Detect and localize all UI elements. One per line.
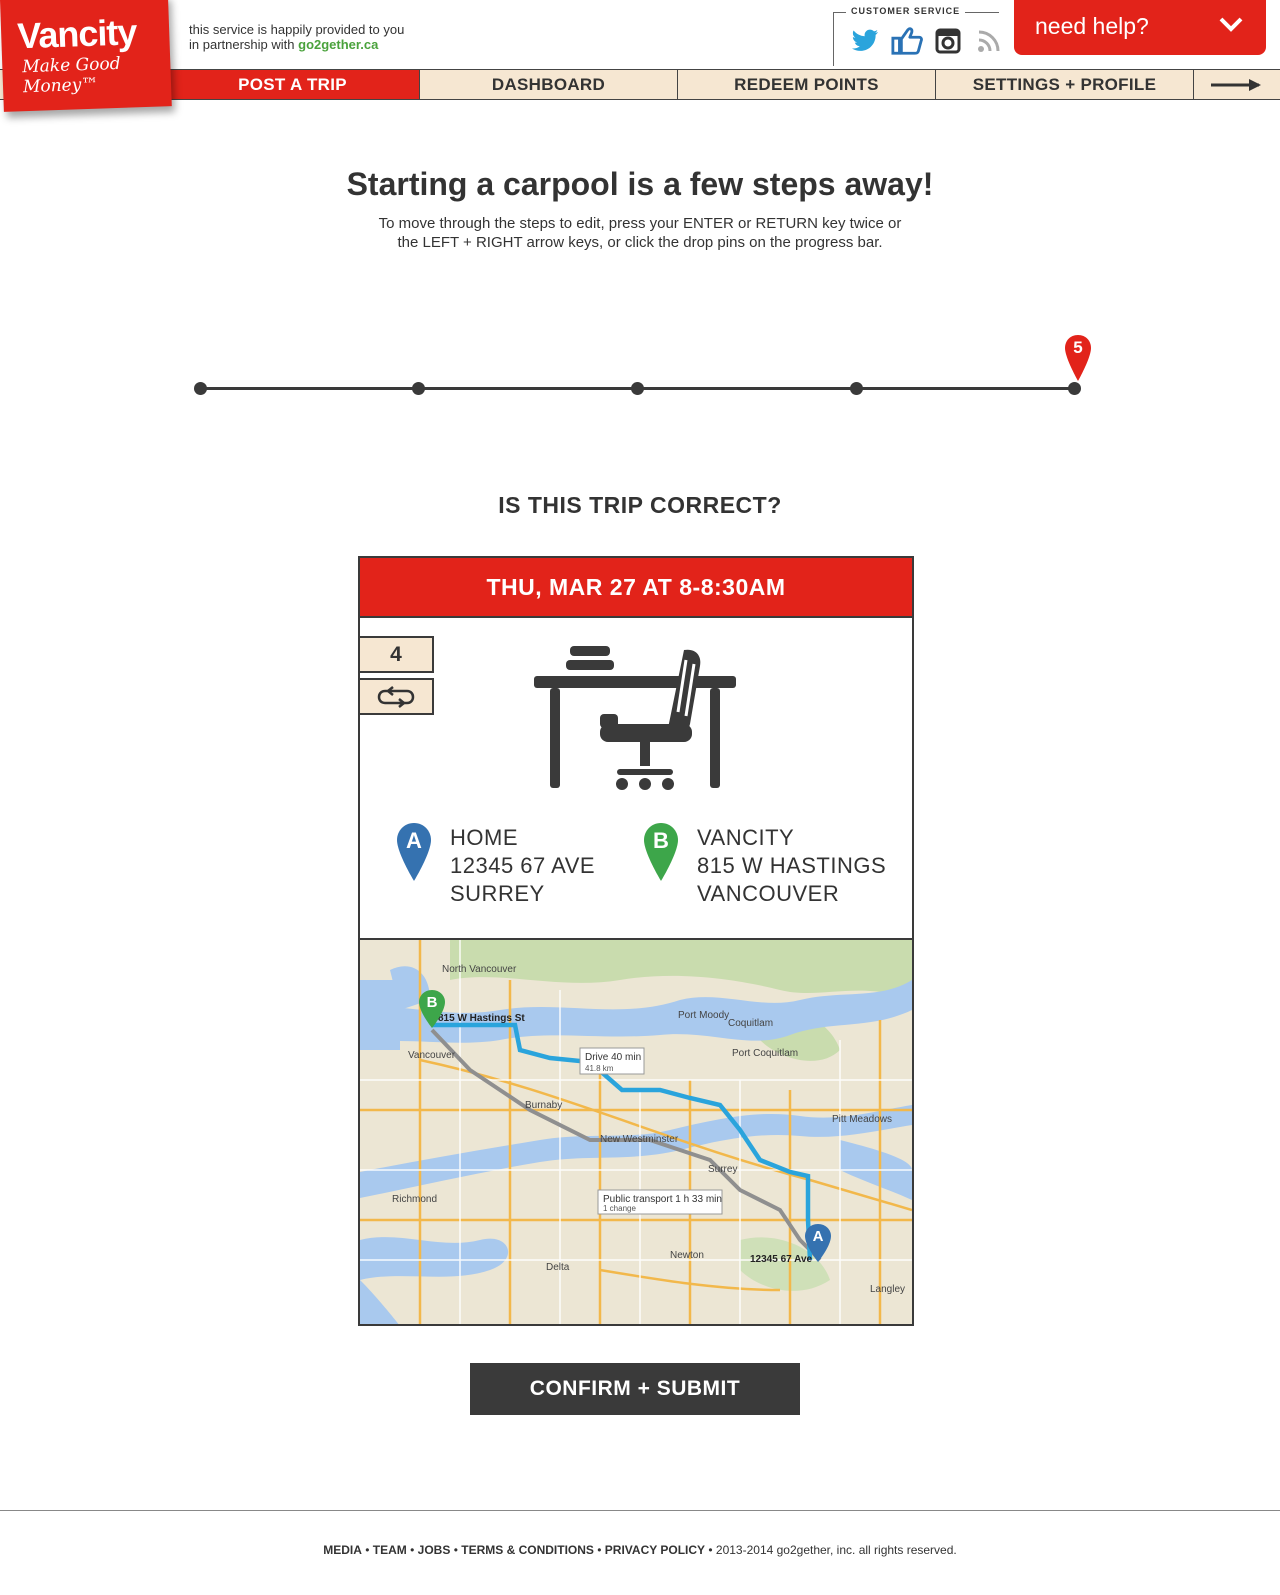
partner-line1: this service is happily provided to you <box>189 22 405 37</box>
instructions-line2: the LEFT + RIGHT arrow keys, or click th… <box>397 234 883 251</box>
twitter-icon[interactable] <box>850 25 882 57</box>
brand-tagline: Make Good Money™ <box>22 53 121 98</box>
origin-pin-letter: A <box>406 828 422 853</box>
map-place-label: Pitt Meadows <box>832 1114 892 1125</box>
origin-name: HOME <box>450 825 518 850</box>
repeat-icon <box>377 685 415 708</box>
footer-link-team[interactable]: TEAM <box>373 1543 407 1557</box>
instructions: To move through the steps to edit, press… <box>0 214 1280 252</box>
progress-step-1[interactable] <box>194 382 207 395</box>
confirm-submit-button[interactable]: CONFIRM + SUBMIT <box>470 1363 800 1415</box>
thumbs-up-icon[interactable] <box>891 25 923 57</box>
map-place-label: Richmond <box>392 1194 437 1205</box>
map-place-label: Newton <box>670 1250 704 1261</box>
map-place-label: Langley <box>870 1284 905 1295</box>
route-map[interactable]: Drive 40 min 41.8 km Public transport 1 … <box>360 938 912 1324</box>
map-place-label: North Vancouver <box>442 964 517 975</box>
footer: MEDIA • TEAM • JOBS • TERMS & CONDITIONS… <box>323 1543 957 1557</box>
progress-bar <box>194 382 1081 395</box>
need-help-button[interactable]: need help? <box>1014 0 1266 55</box>
trip-datetime: THU, MAR 27 AT 8-8:30AM <box>360 558 912 618</box>
current-step-pin[interactable]: 5 <box>1064 334 1092 382</box>
partner-note: this service is happily provided to you … <box>189 22 404 52</box>
progress-step-2[interactable] <box>412 382 425 395</box>
trip-card: THU, MAR 27 AT 8-8:30AM 4 A HOME 12345 6… <box>358 556 914 1326</box>
map-place-label: Port Coquitlam <box>732 1048 798 1059</box>
confirm-question: IS THIS TRIP CORRECT? <box>498 492 782 518</box>
map-transit-changes: 1 change <box>603 1204 636 1213</box>
partner-line2: in partnership with <box>189 37 295 52</box>
map-place-label: Delta <box>546 1262 570 1273</box>
nav-next-arrow[interactable] <box>1193 70 1280 99</box>
map-place-label: Coquitlam <box>728 1018 773 1029</box>
arrow-right-icon <box>1211 78 1261 91</box>
seat-count-badge[interactable]: 4 <box>358 636 434 673</box>
footer-divider <box>0 1510 1280 1511</box>
destination-pin-icon: B <box>644 823 678 881</box>
origin-pin-icon: A <box>397 823 431 881</box>
origin-address: 12345 67 AVE <box>450 853 596 878</box>
nav-settings-profile[interactable]: SETTINGS + PROFILE <box>935 70 1193 99</box>
nav-redeem-points[interactable]: REDEEM POINTS <box>677 70 935 99</box>
chevron-down-icon <box>1219 17 1243 32</box>
rss-icon[interactable] <box>973 25 1005 57</box>
need-help-label: need help? <box>1035 13 1149 39</box>
progress-step-5[interactable] <box>1068 382 1081 395</box>
map-marker-a-letter: A <box>813 1228 824 1245</box>
office-desk-illustration <box>534 646 736 790</box>
destination-pin-letter: B <box>653 828 669 853</box>
progress-step-3[interactable] <box>631 382 644 395</box>
customer-service: CUSTOMER SERVICE <box>833 6 1000 66</box>
map-drive-distance: 41.8 km <box>585 1064 614 1073</box>
map-place-label: New Westminster <box>600 1134 679 1145</box>
map-origin-label: 12345 67 Ave <box>750 1254 813 1265</box>
destination-name: VANCITY <box>697 825 795 850</box>
footer-link-media[interactable]: MEDIA <box>323 1543 362 1557</box>
progress-step-4[interactable] <box>850 382 863 395</box>
brand-name: Vancity <box>16 11 137 57</box>
map-drive-label: Drive 40 min <box>585 1052 641 1063</box>
footer-link-privacy[interactable]: PRIVACY POLICY <box>605 1543 705 1557</box>
main-nav: POST A TRIP DASHBOARD REDEEM POINTS SETT… <box>0 69 1280 100</box>
destination-city: VANCOUVER <box>697 881 840 906</box>
brand-logo[interactable]: Vancity Make Good Money™ <box>0 0 172 112</box>
map-place-label: Surrey <box>708 1164 737 1175</box>
partner-link[interactable]: go2gether.ca <box>298 37 378 52</box>
nav-dashboard[interactable]: DASHBOARD <box>419 70 677 99</box>
footer-copyright: 2013-2014 go2gether, inc. all rights res… <box>715 1543 957 1557</box>
instagram-icon[interactable] <box>932 25 964 57</box>
destination-address: 815 W HASTINGS <box>697 853 887 878</box>
footer-link-jobs[interactable]: JOBS <box>418 1543 451 1557</box>
map-place-label: Vancouver <box>408 1050 456 1061</box>
instructions-line1: To move through the steps to edit, press… <box>378 215 902 232</box>
map-dest-label: 815 W Hastings St <box>438 1013 525 1024</box>
map-place-label: Burnaby <box>525 1100 562 1111</box>
nav-post-a-trip[interactable]: POST A TRIP <box>166 70 419 99</box>
page-title: Starting a carpool is a few steps away! <box>346 166 934 202</box>
map-marker-b-letter: B <box>427 994 438 1011</box>
origin-city: SURREY <box>450 881 545 906</box>
footer-link-terms[interactable]: TERMS & CONDITIONS <box>461 1543 594 1557</box>
map-place-label: Port Moody <box>678 1010 729 1021</box>
current-step-number: 5 <box>1073 338 1083 357</box>
repeat-trip-toggle[interactable] <box>358 678 434 715</box>
customer-service-label: CUSTOMER SERVICE <box>846 6 966 16</box>
